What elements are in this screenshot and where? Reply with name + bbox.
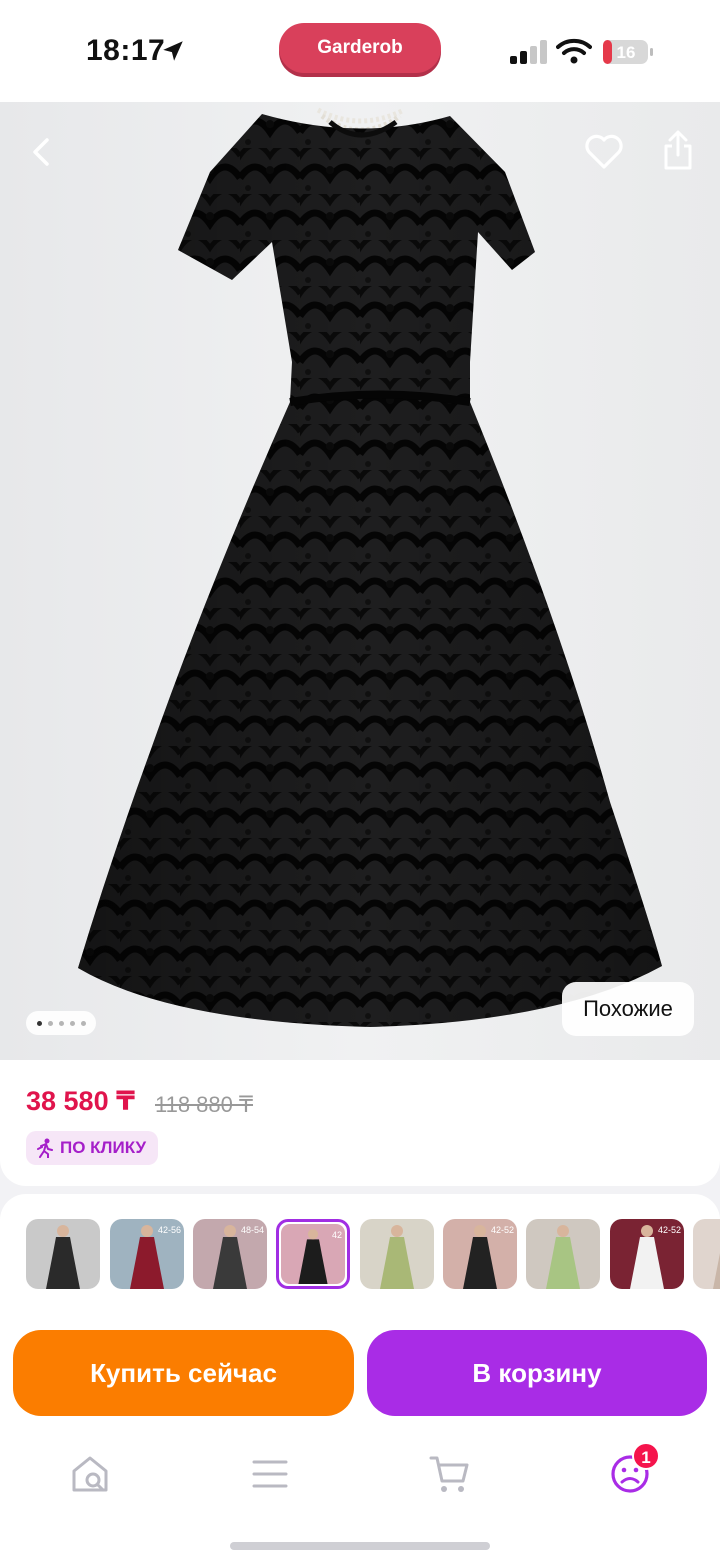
cellular-signal-icon xyxy=(510,40,547,64)
variant-thumbnail-image: 42-56 xyxy=(110,1219,184,1289)
menu-icon xyxy=(252,1460,288,1488)
variant-size-label: 42-56 xyxy=(157,1225,181,1235)
favorite-button[interactable] xyxy=(580,128,628,176)
add-to-cart-button[interactable]: В корзину xyxy=(367,1330,707,1416)
variant-thumbnail[interactable] xyxy=(526,1219,600,1289)
pagination-dot xyxy=(36,1020,42,1026)
battery-icon: 16 xyxy=(603,40,653,64)
variant-thumbnail-image: 42-52 xyxy=(443,1219,517,1289)
pagination-dot xyxy=(69,1020,75,1026)
chevron-left-icon xyxy=(33,138,49,166)
profile-notification-badge: 1 xyxy=(632,1442,660,1470)
variant-thumbnail[interactable]: 48-54 xyxy=(193,1219,267,1289)
tab-bar: 1 xyxy=(0,1424,720,1564)
variant-thumbnail[interactable]: 42-52 xyxy=(610,1219,684,1289)
variant-size-label: 48-54 xyxy=(240,1225,264,1235)
variant-size-label: 42 xyxy=(331,1230,342,1240)
similar-button[interactable]: Похожие xyxy=(562,982,694,1036)
variant-thumbnail[interactable] xyxy=(26,1219,100,1289)
back-button[interactable] xyxy=(18,128,66,176)
home-indicator xyxy=(230,1542,490,1550)
variant-model-figure xyxy=(546,1225,580,1289)
home-search-icon xyxy=(72,1456,108,1492)
variant-thumbnail-image xyxy=(360,1219,434,1289)
variant-model-figure xyxy=(46,1225,80,1289)
status-time: 18:17 xyxy=(86,34,166,67)
pagination-dot xyxy=(80,1020,86,1026)
app-pill[interactable]: Garderob xyxy=(279,23,441,73)
product-gallery[interactable]: Похожие xyxy=(0,102,720,1060)
variant-thumbnail-image: 42-52 xyxy=(610,1219,684,1289)
running-person-icon xyxy=(37,1138,53,1158)
buy-now-button[interactable]: Купить сейчас xyxy=(13,1330,354,1416)
location-arrow-icon xyxy=(163,41,183,61)
old-price: 118 880 ₸ xyxy=(155,1092,254,1117)
variant-thumbnail-image: 48-54 xyxy=(193,1219,267,1289)
promo-badge: ПО КЛИКУ xyxy=(26,1131,159,1165)
tab-home[interactable] xyxy=(60,1448,120,1500)
variant-thumbnail[interactable] xyxy=(693,1219,720,1289)
variant-thumbnail[interactable] xyxy=(360,1219,434,1289)
variant-selector: 42-56 48-54 42 42-52 42-52 xyxy=(0,1194,720,1324)
share-icon xyxy=(664,130,692,170)
product-image xyxy=(78,107,662,1027)
action-bar: Купить сейчас В корзину xyxy=(0,1324,720,1424)
variant-thumbnail-image: 42 xyxy=(281,1224,345,1284)
variant-thumbnail[interactable]: 42 xyxy=(276,1219,350,1289)
product-page: 18:17 Garderob 16 Похожие 38 580 ₸ 118 8… xyxy=(0,0,720,1564)
heart-icon xyxy=(585,134,623,169)
variant-size-label: 42-52 xyxy=(657,1225,681,1235)
current-price: 38 580 ₸ xyxy=(26,1086,135,1116)
pagination-dot xyxy=(47,1020,53,1026)
variant-thumbnail-image xyxy=(26,1219,100,1289)
variant-thumbnail[interactable]: 42-56 xyxy=(110,1219,184,1289)
tab-catalog[interactable] xyxy=(240,1448,300,1500)
status-bar: 18:17 Garderob 16 xyxy=(0,0,720,102)
pagination-dot xyxy=(58,1020,64,1026)
price-card: 38 580 ₸ 118 880 ₸ ПО КЛИКУ xyxy=(0,1060,720,1186)
promo-badge-label: ПО КЛИКУ xyxy=(60,1138,147,1157)
cart-icon xyxy=(429,1456,469,1492)
variant-size-label: 42-52 xyxy=(490,1225,514,1235)
wifi-icon xyxy=(556,38,592,64)
variant-thumbnail[interactable]: 42-52 xyxy=(443,1219,517,1289)
tab-cart[interactable] xyxy=(420,1448,480,1500)
gallery-pagination xyxy=(26,1011,96,1035)
variant-thumbnail-image xyxy=(693,1219,720,1289)
variant-model-figure xyxy=(380,1225,414,1289)
variant-thumbnail-image xyxy=(526,1219,600,1289)
battery-level: 16 xyxy=(617,43,636,62)
variant-model-figure xyxy=(713,1253,720,1289)
share-button[interactable] xyxy=(654,126,702,174)
